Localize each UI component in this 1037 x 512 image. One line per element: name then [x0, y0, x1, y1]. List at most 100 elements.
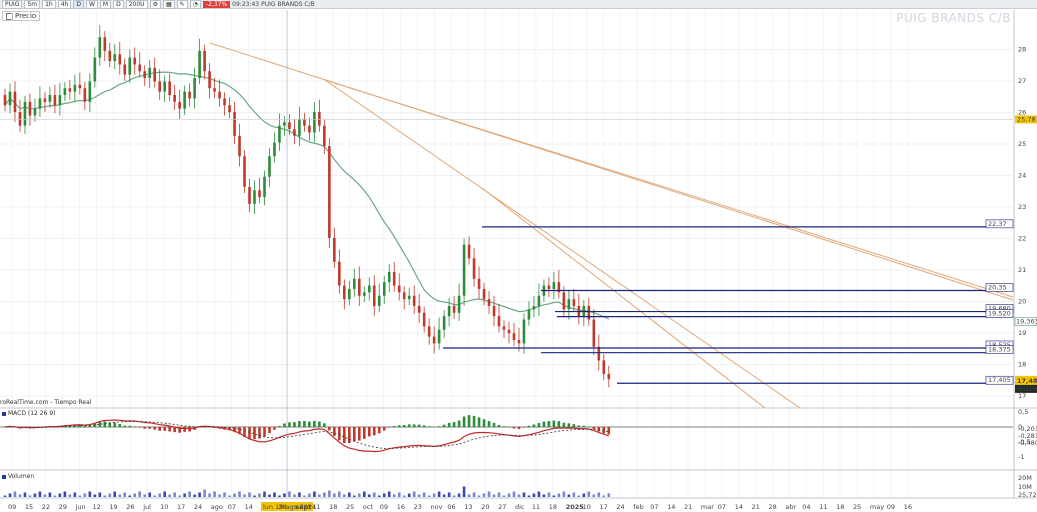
candle-body [522, 319, 526, 344]
volume-bar [58, 493, 62, 497]
macd-histogram-bar [362, 427, 366, 439]
macd-histogram-bar [417, 424, 421, 428]
candle-body [23, 101, 27, 126]
candle-body [527, 309, 531, 320]
candle-body [303, 118, 306, 126]
candle-body [168, 81, 171, 96]
x-tick-label: 11 [819, 503, 827, 511]
x-tick-label: 22 [42, 503, 50, 511]
volume-bar [397, 492, 401, 497]
volume-bar [487, 491, 491, 497]
trend-line [481, 187, 766, 409]
macd-histogram-bar [512, 427, 516, 429]
macd-histogram-bar [93, 423, 97, 428]
volume-bar [387, 491, 391, 497]
candle-body [333, 237, 336, 262]
volume-bar [402, 495, 406, 497]
axes: 28 27 26 25 24 23 22 21 20 19 18 17 09 15 22 29 jun 12 19 2… [8, 46, 1037, 511]
volume-bar [103, 495, 107, 497]
volume-legend[interactable]: Volumen [2, 473, 34, 480]
candle-body [58, 95, 62, 106]
candle-body [597, 346, 601, 361]
x-tick-label: 24 [616, 503, 624, 511]
candle-body [567, 299, 571, 310]
macd-histogram-bar [273, 427, 276, 430]
volume-bar [517, 494, 521, 497]
volume-bar [13, 491, 17, 497]
volume-bar [353, 495, 356, 497]
x-tick-label: 28 [278, 503, 286, 511]
volume-bar [577, 495, 581, 497]
macd-legend[interactable]: MACD (12 26 9) [2, 410, 55, 417]
macd-histogram-bar [348, 427, 351, 444]
volume-bar [432, 493, 436, 497]
volume-bar [333, 493, 336, 497]
candle-body [113, 54, 117, 62]
x-tick-label: 14 [667, 503, 675, 511]
candle-body [178, 101, 181, 109]
candle-body [3, 95, 7, 106]
volume-bar [128, 495, 132, 497]
volume-bar [497, 492, 501, 497]
volume-bar [38, 491, 42, 497]
macd-histogram-bar [587, 426, 591, 428]
volume-bar [313, 491, 316, 497]
candle-body [128, 57, 132, 75]
volume-bar [233, 493, 236, 497]
x-tick-label: 09 [8, 503, 16, 511]
volume-legend-label: Volumen [8, 473, 35, 480]
candle-body [148, 67, 152, 79]
x-tick-label: 26 [126, 503, 134, 511]
price-chart[interactable]: 22,3720,3519,68019,52018,52518,37517,405… [0, 0, 1037, 512]
candle-body [93, 57, 97, 82]
candle-body [442, 316, 446, 330]
x-tick-label: 12 [93, 503, 101, 511]
volume-bar [303, 495, 306, 497]
macd-histogram-bar [517, 427, 521, 430]
candle-body [437, 329, 441, 344]
price-level-label: 17,405 [988, 376, 1011, 384]
volume-bar [143, 494, 147, 497]
volume-bar [148, 492, 152, 497]
candle-body [133, 57, 137, 65]
volume-bar [118, 494, 122, 497]
candle-body [562, 292, 566, 310]
y-tick-label: 25 [1018, 140, 1026, 148]
candle-body [123, 64, 127, 75]
volume-bar [88, 491, 92, 497]
x-tick-label: 09 [887, 503, 895, 511]
candle-body [268, 156, 271, 177]
macd-histogram-bar [343, 427, 346, 444]
volume-bar [527, 495, 531, 497]
macd-histogram-bar [258, 427, 261, 439]
x-tick-label: jun [75, 503, 86, 511]
y-tick-label: 18 [1018, 361, 1026, 369]
candle-body [223, 98, 226, 106]
volume-bar [48, 492, 52, 497]
macd-histogram-bar [253, 427, 256, 440]
macd-tick-label: -1 [1018, 453, 1024, 461]
volume-bar [63, 491, 67, 497]
candle-body [412, 295, 416, 306]
x-tick-label: 15 [25, 503, 33, 511]
macd-histogram-bar [183, 427, 186, 432]
candle-body [313, 112, 316, 133]
volume-bar [298, 492, 301, 497]
volume-bar [263, 491, 266, 497]
volume-bar [68, 494, 72, 497]
volume-bar [572, 492, 576, 497]
macd-histogram-bar [552, 420, 556, 428]
volume-bar [248, 492, 251, 497]
volume-bar [198, 492, 201, 497]
volume-bar [228, 495, 231, 497]
x-tick-label: 29 [59, 503, 67, 511]
candle-body [18, 112, 22, 126]
macd-histogram-bar [377, 427, 381, 434]
candle-body [602, 360, 606, 374]
volume-bar [93, 494, 97, 497]
volume-bar [592, 494, 596, 497]
trend-line [324, 79, 801, 409]
macd-histogram-bar [148, 427, 152, 429]
macd-histogram-bar [372, 427, 376, 436]
macd-histogram-bar [572, 424, 576, 428]
